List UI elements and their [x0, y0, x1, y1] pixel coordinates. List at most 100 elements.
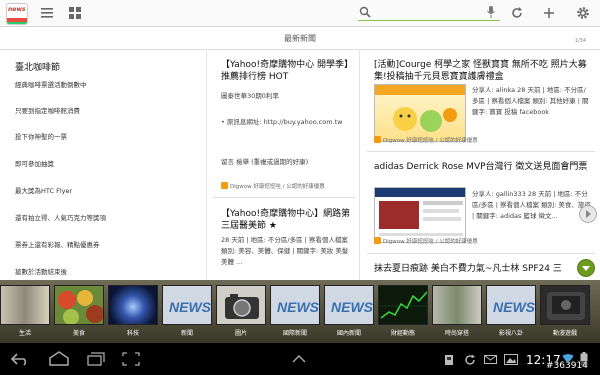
app-logo-icon[interactable]: news — [6, 3, 28, 25]
news-image-icon: NEWS — [486, 285, 536, 325]
download-notification-icon[interactable] — [444, 354, 454, 366]
divider — [213, 197, 355, 198]
article-line: 圖泰世華30期0利率 — [221, 92, 279, 100]
watermark-label: #363914 — [544, 361, 590, 371]
section-header: 最新新聞 1/34 — [0, 28, 600, 50]
category-life[interactable]: 生活 — [0, 285, 50, 340]
article-actions[interactable]: 留言 檢舉 (重複或過期的好康) — [221, 157, 353, 168]
article-meta: 分享人: gallin333 28 天前 | 地區: 不分區/多區 | 察看個人… — [472, 190, 591, 220]
article-thumbnail — [374, 187, 466, 243]
article-source: Digwow 好康挖挖哇 / 公認的好康優惠 — [374, 136, 478, 144]
cartoon-image-icon — [375, 85, 465, 132]
news-image-icon: NEWS — [270, 285, 320, 325]
svg-text:NEWS: NEWS — [169, 299, 212, 315]
article-meta: 28 天前 | 地區: 不分區/多區 | 察看個人檔案 類別: 美容、美體、保健… — [221, 236, 349, 266]
article-column-right: [活動]Courge 柯學之家 怪獸寶寶 無所不吃 照片大募集!投稿抽千元貝恩寶… — [361, 51, 600, 280]
category-label: 新聞 — [180, 330, 193, 337]
category-photos[interactable]: 圖片 — [216, 285, 266, 340]
settings-gear-icon[interactable] — [576, 6, 590, 20]
chevron-up-icon[interactable] — [292, 355, 306, 363]
category-label: 影視八卦 — [498, 330, 523, 337]
article-source: Digwow 好康挖挖哇 / 公認的好康優惠 — [374, 237, 478, 245]
article-title: [活動]Courge 柯學之家 怪獸寶寶 無所不吃 照片大募集!投稿抽千元貝恩寶… — [374, 60, 587, 82]
next-page-arrow-icon[interactable] — [579, 205, 597, 223]
app-logo-text: news — [8, 6, 26, 13]
news-image-icon: NEWS — [324, 285, 374, 325]
divider — [367, 151, 595, 152]
article-line: 只要到指定咖啡館消費 — [15, 107, 80, 115]
webpage-screenshot-icon — [375, 188, 465, 236]
category-fashion[interactable]: 時尚穿搭 — [432, 285, 482, 340]
fashion-image-icon — [432, 285, 482, 325]
section-title: 最新新聞 — [284, 34, 316, 43]
screenshot-icon[interactable] — [122, 352, 140, 366]
article-line: 最大獎為HTC Flyer — [15, 187, 73, 195]
recent-apps-icon[interactable] — [86, 352, 106, 366]
tech-image-icon — [108, 285, 158, 325]
category-label: 財經動態 — [390, 330, 415, 337]
article-link[interactable]: • 原訊息網址: http://buy.yahoo.com.tw — [221, 117, 353, 128]
add-icon[interactable] — [542, 6, 556, 20]
article-line: 票券上還有彩報、精點優惠券 — [15, 241, 100, 249]
expand-strip-arrow-icon[interactable] — [577, 259, 595, 277]
action-bar: news — [0, 0, 600, 27]
article-card-coffee-festival[interactable]: 臺北咖啡節 經典咖啡票選活動倒數中 只要到指定咖啡館消費 投下你神聖的一票 即可… — [0, 51, 206, 280]
article-title: adidas Derrick Rose MVP台灣行 徵文送見面會門票 — [374, 162, 588, 172]
sync-icon[interactable] — [464, 354, 476, 366]
category-label: 科技 — [126, 330, 139, 337]
category-finance[interactable]: 財經動態 — [378, 285, 428, 340]
source-label: Digwow 好康挖挖哇 / 公認的好康優惠 — [383, 239, 478, 245]
food-image-icon — [54, 285, 104, 325]
article-source: Digwow 好康挖挖哇 / 公認的好康優惠 — [221, 182, 325, 190]
category-label: 動漫遊戲 — [552, 330, 577, 337]
search-input[interactable] — [374, 6, 484, 19]
article-line: 投下你神聖的一票 — [15, 133, 67, 141]
category-label: 美食 — [72, 330, 85, 337]
search-box[interactable] — [358, 5, 500, 21]
category-anime-games[interactable]: 動漫遊戲 — [540, 285, 590, 340]
article-thumbnail — [374, 84, 466, 142]
article-line: 即可參加抽獎 — [15, 160, 54, 168]
category-entertainment[interactable]: NEWS 影視八卦 — [486, 285, 536, 340]
back-icon[interactable] — [10, 352, 30, 366]
category-tech[interactable]: 科技 — [108, 285, 158, 340]
refresh-icon[interactable] — [510, 6, 524, 20]
camera-image-icon — [216, 285, 266, 325]
svg-text:NEWS: NEWS — [493, 299, 536, 315]
category-international-news[interactable]: NEWS 國際新聞 — [270, 285, 320, 340]
svg-text:NEWS: NEWS — [277, 299, 320, 315]
rss-icon — [221, 182, 228, 189]
system-navigation-bar: 12:17 #363914 — [0, 343, 600, 375]
source-label: Digwow 好康挖挖哇 / 公認的好康優惠 — [230, 184, 325, 190]
category-label: 國內新聞 — [336, 330, 361, 337]
article-line: 搶數於活動結束後 — [15, 268, 67, 276]
category-strip: 生活 美食 科技 NEWS 新聞 圖片 NEWS 國際新聞 NEWS 國內新聞 — [0, 280, 600, 343]
home-icon[interactable] — [48, 351, 70, 366]
article-meta: 分享人: alinka 28 天前 | 地區: 不分區/多區 | 察看個人檔案 … — [472, 86, 589, 116]
article-title: 【Yahoo!奇摩購物中心 開學季】推薦排行榜 HOT — [221, 60, 353, 82]
email-icon[interactable] — [484, 355, 497, 364]
microphone-icon[interactable] — [486, 5, 496, 19]
category-label: 圖片 — [234, 330, 247, 337]
rss-icon — [374, 237, 381, 244]
article-title: 抹去夏日痕跡 美白不費力氣~凡士林 SPF24 三 — [374, 264, 562, 274]
game-image-icon — [540, 285, 590, 325]
article-title: 【Yahoo!奇摩購物中心】網路第三屆醫美節 ★ — [221, 209, 351, 231]
article-line: 還有拍立得、人氣巧克力等獎項 — [15, 214, 106, 222]
source-label: Digwow 好康挖挖哇 / 公認的好康優惠 — [383, 138, 478, 144]
category-label: 時尚穿搭 — [444, 330, 469, 337]
category-domestic-news[interactable]: NEWS 國內新聞 — [324, 285, 374, 340]
finance-image-icon — [378, 285, 428, 325]
category-label: 國際新聞 — [282, 330, 307, 337]
category-food[interactable]: 美食 — [54, 285, 104, 340]
category-news[interactable]: NEWS 新聞 — [162, 285, 212, 340]
image-notification-icon[interactable] — [504, 354, 518, 365]
list-view-icon[interactable] — [40, 6, 54, 20]
grid-view-icon[interactable] — [68, 6, 82, 20]
rss-icon — [374, 136, 381, 143]
search-icon — [359, 6, 371, 18]
svg-text:NEWS: NEWS — [331, 299, 374, 315]
article-line: 經典咖啡票選活動倒數中 — [15, 81, 87, 89]
divider — [367, 253, 595, 254]
life-image-icon — [0, 285, 50, 325]
